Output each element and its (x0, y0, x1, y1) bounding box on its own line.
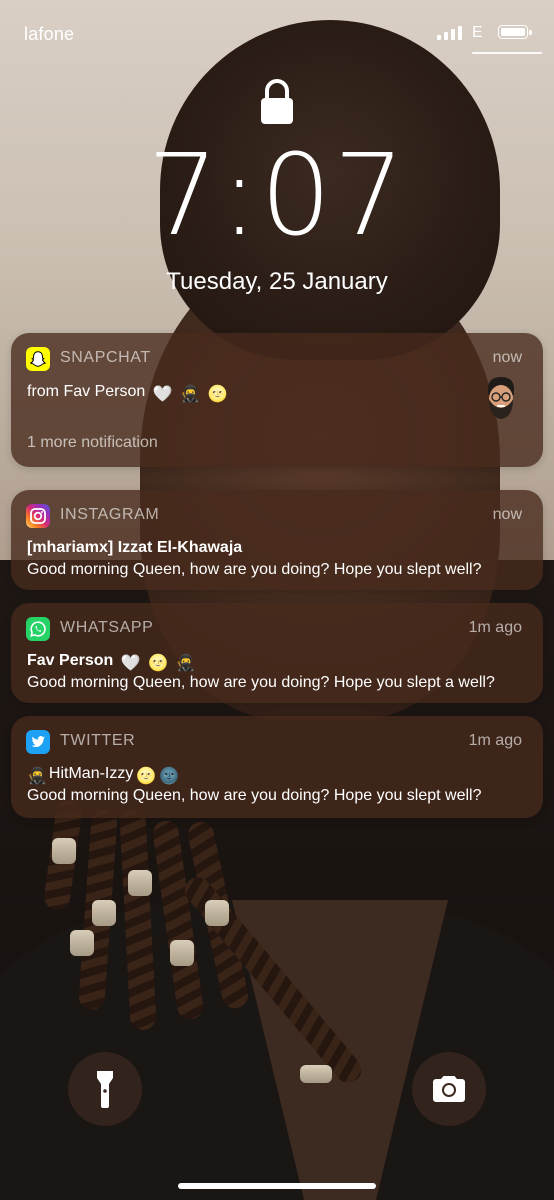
notification-app-name: SNAPCHAT (60, 349, 151, 366)
notification-title-line: Fav Person 🤍 🌝 🥷 (27, 652, 195, 673)
notification-title-line: 🥷 HitMan-Izzy 🌝 🌚 (27, 765, 179, 786)
notification-body-line: from Fav Person 🤍 🥷 🌝 (27, 383, 227, 404)
notification-body: Good morning Queen, how are you doing? H… (27, 561, 482, 578)
notification-time: now (492, 349, 522, 366)
full-moon-face-emoji: 🌝 (148, 655, 169, 672)
home-indicator[interactable] (178, 1183, 376, 1189)
flashlight-icon (97, 1071, 113, 1108)
instagram-icon (26, 504, 50, 528)
control-center-indicator[interactable] (472, 52, 542, 54)
twitter-bird-icon (26, 730, 50, 754)
white-heart-emoji: 🤍 (120, 655, 141, 672)
notification-body: Good morning Queen, how are you doing? H… (27, 674, 495, 691)
whatsapp-icon (26, 617, 50, 641)
notification-whatsapp[interactable]: WHATSAPP 1m ago Fav Person 🤍 🌝 🥷 Good mo… (11, 603, 543, 703)
signal-strength-icon (437, 26, 462, 40)
notification-title: HitMan-Izzy (48, 765, 134, 782)
notification-title: Fav Person (27, 652, 114, 669)
bitmoji-avatar (488, 377, 514, 419)
camera-button[interactable] (412, 1052, 486, 1126)
clock-time: 7:07 (147, 131, 407, 261)
notification-twitter[interactable]: TWITTER 1m ago 🥷 HitMan-Izzy 🌝 🌚 Good morni… (11, 716, 543, 818)
ninja-emoji: 🥷 (180, 386, 201, 403)
notification-app-name: TWITTER (60, 732, 136, 749)
battery-icon (498, 25, 532, 39)
clock-date: Tuesday, 25 January (166, 268, 388, 295)
ninja-emoji: 🥷 (27, 768, 47, 785)
notification-body: from Fav Person (27, 383, 146, 400)
notification-time: 1m ago (468, 619, 522, 636)
notification-body: Good morning Queen, how are you doing? H… (27, 787, 482, 804)
full-moon-face-emoji: 🌝 (207, 386, 228, 403)
notification-snapchat[interactable]: SNAPCHAT now from Fav Person 🤍 🥷 🌝 1 mor… (11, 333, 543, 467)
status-bar: lafone E (0, 0, 554, 64)
notification-app-name: WHATSAPP (60, 619, 154, 636)
lock-icon (261, 79, 293, 124)
notification-time: now (492, 506, 522, 523)
carrier-name: lafone (24, 24, 75, 44)
flashlight-button[interactable] (68, 1052, 142, 1126)
snapchat-ghost-icon (26, 347, 50, 371)
more-notifications-label[interactable]: 1 more notification (27, 434, 158, 452)
notification-instagram[interactable]: INSTAGRAM now [mhariamx] Izzat El-Khawaj… (11, 490, 543, 590)
ninja-emoji: 🥷 (175, 655, 196, 672)
notification-title: [mhariamx] Izzat El-Khawaja (27, 539, 243, 556)
network-type: E (472, 24, 483, 41)
notification-time: 1m ago (468, 732, 522, 749)
white-heart-emoji: 🤍 (152, 386, 173, 403)
camera-icon (433, 1076, 465, 1102)
notification-app-name: INSTAGRAM (60, 506, 160, 523)
full-moon-face-emoji: 🌝 (136, 768, 157, 785)
new-moon-face-emoji: 🌚 (159, 768, 180, 785)
